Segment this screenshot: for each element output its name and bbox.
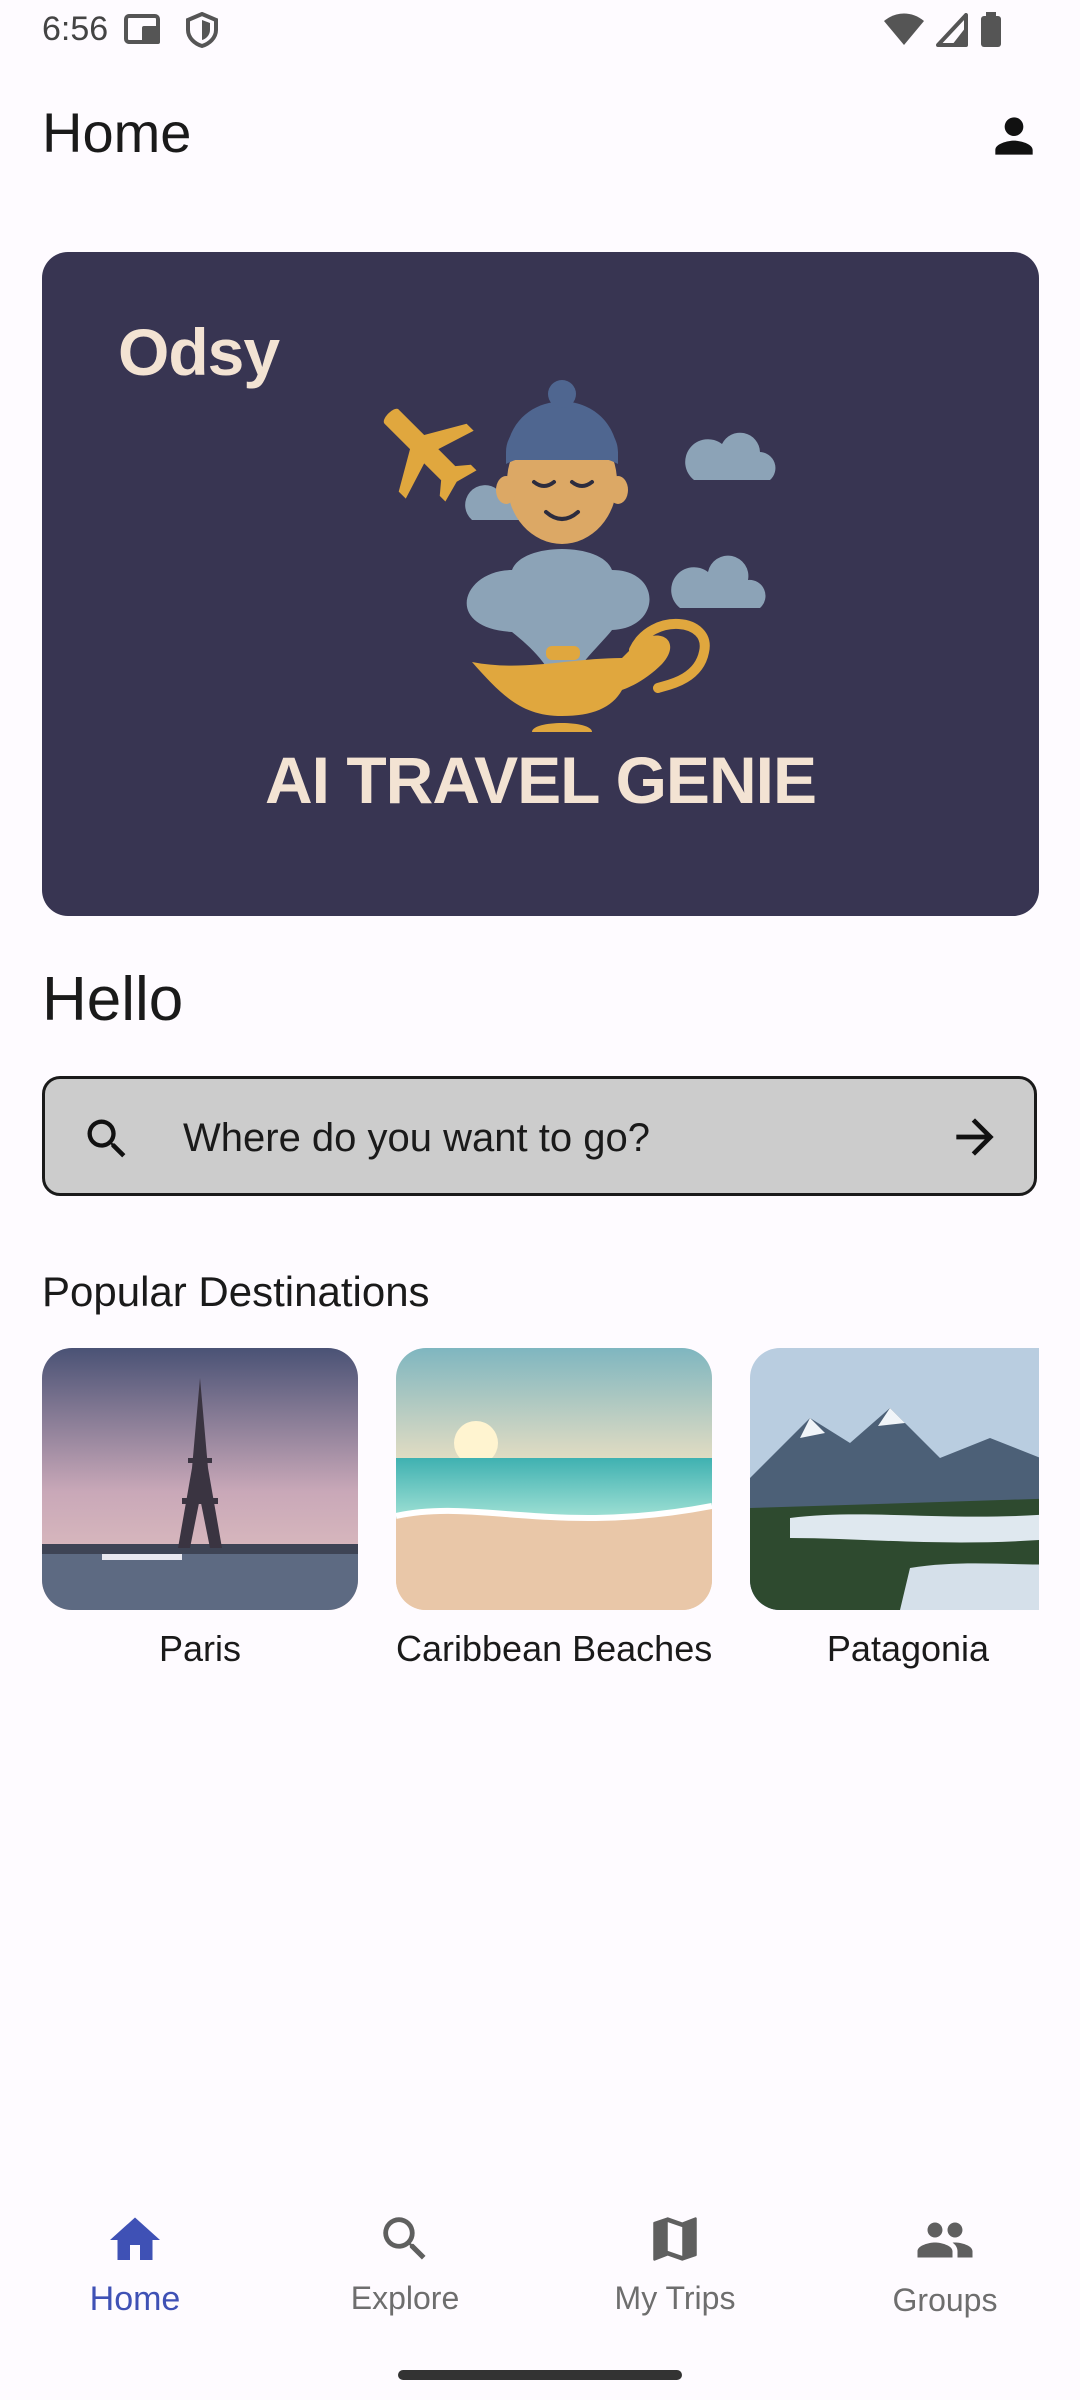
search-icon (383, 2217, 426, 2260)
battery-icon (981, 12, 1001, 47)
banner-brand: Odsy (118, 315, 280, 389)
signal-icon (936, 13, 968, 47)
bottom-navigation: Home Explore My Trips Groups (0, 2186, 1080, 2400)
nav-item-explore[interactable]: Explore (270, 2210, 540, 2340)
search-icon (87, 1119, 126, 1158)
arrow-right-icon[interactable] (947, 1109, 1003, 1165)
nav-item-home[interactable]: Home (0, 2210, 270, 2340)
cast-icon (124, 14, 160, 44)
eiffel-tower-photo (42, 1348, 358, 1610)
section-title-popular: Popular Destinations (42, 1268, 430, 1315)
nav-item-groups[interactable]: Groups (810, 2210, 1080, 2340)
wifi-icon (884, 13, 924, 45)
nav-label: Home (89, 2280, 181, 2318)
people-icon (917, 2222, 973, 2258)
destination-card-paris[interactable]: Paris (42, 1348, 358, 1670)
shield-icon (186, 12, 218, 48)
greeting-heading: Hello (42, 965, 184, 1034)
mountain-lake-photo (750, 1348, 1039, 1610)
genie-illustration (383, 380, 776, 732)
destination-label: Patagonia (826, 1628, 990, 1669)
status-time: 6:56 (42, 10, 109, 48)
hero-banner: Odsy AI TRAVEL GENIE (42, 252, 1039, 916)
person-icon (995, 117, 1033, 155)
destination-card-caribbean[interactable]: Caribbean Beaches (396, 1348, 712, 1670)
profile-button[interactable] (986, 108, 1042, 164)
gesture-handle (398, 2370, 682, 2380)
banner-tagline: AI TRAVEL GENIE (265, 743, 817, 817)
home-icon (110, 2217, 160, 2260)
nav-label: My Trips (614, 2280, 736, 2316)
map-icon (653, 2217, 697, 2261)
nav-label: Groups (892, 2282, 998, 2318)
nav-item-my-trips[interactable]: My Trips (540, 2210, 810, 2340)
destination-label: Caribbean Beaches (396, 1628, 713, 1669)
nav-label: Explore (350, 2280, 460, 2316)
page-title: Home (42, 101, 192, 164)
search-input[interactable] (181, 1101, 945, 1175)
search-bar[interactable] (42, 1076, 1037, 1196)
status-bar: 6:56 (0, 0, 1080, 60)
destinations-carousel[interactable]: Paris Caribbean Beaches Patagonia (42, 1348, 1039, 1678)
destination-label: Paris (158, 1628, 242, 1669)
destination-card-patagonia[interactable]: Patagonia (750, 1348, 1039, 1670)
beach-sunset-photo (396, 1348, 712, 1610)
